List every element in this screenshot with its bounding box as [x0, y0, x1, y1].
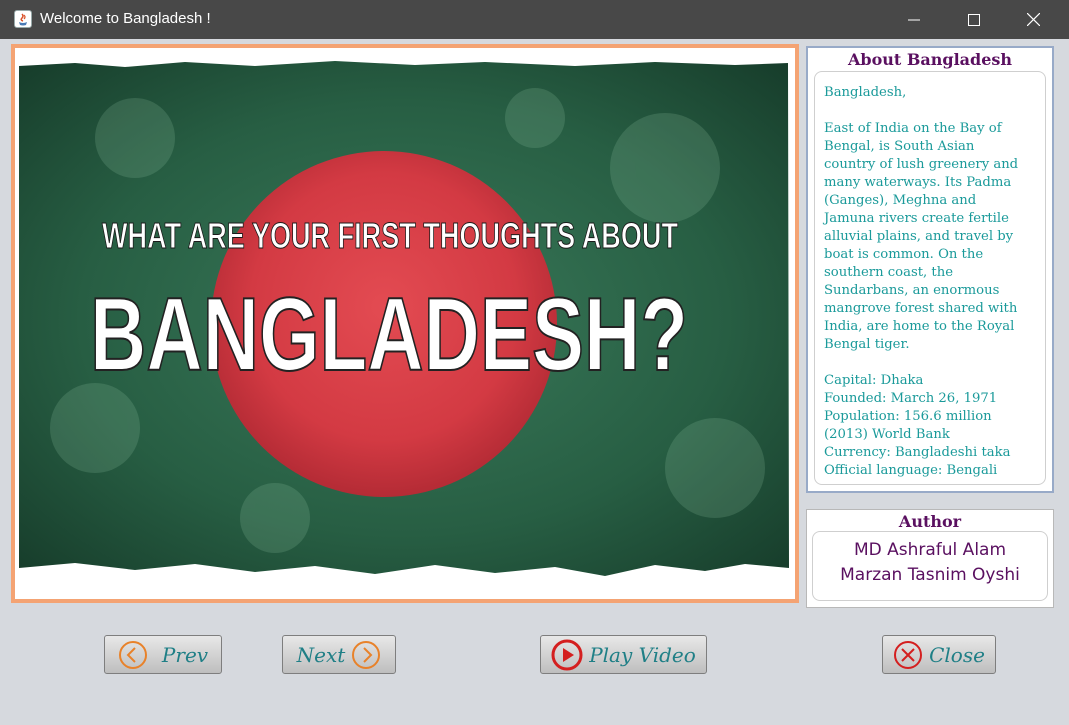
about-line: boat is common. On the [824, 247, 984, 262]
author-name-2: Marzan Tasnim Oyshi [840, 565, 1020, 585]
next-label: Next [296, 642, 346, 667]
play-video-label: Play Video [589, 642, 696, 667]
bangladesh-banner-image: WHAT ARE YOUR FIRST THOUGHTS ABOUT BANGL… [11, 44, 799, 603]
close-button[interactable]: Close [882, 635, 996, 674]
prev-label: Prev [161, 642, 209, 667]
maximize-icon [968, 13, 980, 26]
about-line: Founded: March 26, 1971 [824, 391, 998, 406]
close-window-button[interactable] [1004, 0, 1062, 39]
author-name-1: MD Ashraful Alam [853, 540, 1007, 560]
banner-line-1: WHAT ARE YOUR FIRST THOUGHTS ABOUT [102, 215, 678, 256]
about-line: East of India on the Bay of [824, 121, 1002, 136]
chevron-right-circle-icon [351, 640, 381, 670]
author-panel: Author MD Ashraful Alam Marzan Tasnim Oy… [806, 509, 1054, 608]
window-title: Welcome to Bangladesh ! [40, 10, 211, 27]
next-button[interactable]: Next [282, 635, 396, 674]
about-line [824, 354, 1037, 372]
java-icon [14, 10, 32, 28]
about-line: Population: 156.6 million [824, 409, 992, 424]
about-line: Currency: Bangladeshi taka [824, 445, 1011, 460]
main-content: WHAT ARE YOUR FIRST THOUGHTS ABOUT BANGL… [0, 39, 1069, 725]
minimize-icon [908, 19, 920, 20]
chevron-left-circle-icon [118, 640, 148, 670]
about-line: Jamuna rivers create fertile [824, 211, 1009, 226]
about-panel: About Bangladesh Bangladesh, East of Ind… [806, 46, 1054, 493]
about-line: alluvial plains, and travel by [824, 229, 1014, 244]
app-window: Welcome to Bangladesh ! WHAT ARE YOUR FI… [0, 0, 1069, 725]
close-label: Close [929, 642, 985, 667]
about-line: India, are home to the Royal [824, 319, 1015, 334]
about-line: Capital: Dhaka [824, 373, 924, 388]
about-line: Bengal, is South Asian [824, 139, 975, 154]
about-line: (Ganges), Meghna and [824, 193, 977, 208]
play-circle-icon [551, 639, 583, 671]
about-line: Bengal tiger. [824, 337, 910, 352]
about-line: (2013) World Bank [824, 427, 950, 442]
minimize-button[interactable] [885, 0, 943, 39]
maximize-button[interactable] [945, 0, 1003, 39]
about-line: southern coast, the [824, 265, 954, 280]
about-line: mangrove forest shared with [824, 301, 1018, 316]
about-line: Bangladesh, [824, 85, 907, 100]
about-line [824, 102, 1037, 120]
about-title: About Bangladesh [847, 50, 1013, 69]
about-line: Official language: Bengali [824, 463, 998, 478]
about-line: country of lush greenery and [824, 157, 1019, 172]
prev-button[interactable]: Prev [104, 635, 222, 674]
author-text-area: MD Ashraful Alam Marzan Tasnim Oyshi [812, 531, 1048, 601]
author-title: Author [898, 512, 962, 531]
play-video-button[interactable]: Play Video [540, 635, 707, 674]
title-bar: Welcome to Bangladesh ! [0, 0, 1069, 39]
about-line: many waterways. Its Padma [824, 175, 1012, 190]
about-text-area[interactable]: Bangladesh, East of India on the Bay of B… [814, 71, 1046, 485]
about-line: Sundarbans, an enormous [824, 283, 1000, 298]
close-icon [1026, 13, 1040, 26]
close-circle-icon [893, 640, 923, 670]
banner-line-2: BANGLADESH? [90, 277, 688, 393]
